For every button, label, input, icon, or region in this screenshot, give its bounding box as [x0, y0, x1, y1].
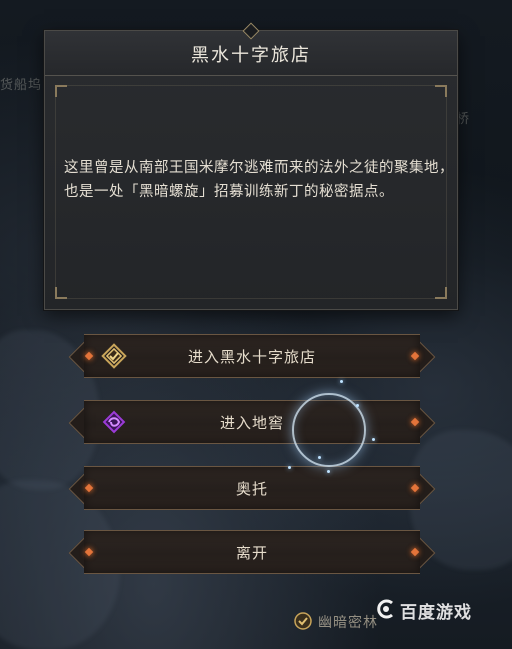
enter-cellar-label: 进入地窖	[219, 414, 284, 432]
tracked-location-label[interactable]: 幽暗密林	[318, 612, 378, 632]
game-screen: 货船坞 桥 黑水十字旅店 这里曾是从南部王国米摩尔逃难而来的法外之徒的聚集地，也…	[0, 0, 512, 649]
dialog-description: 这里曾是从南部王国米摩尔逃难而来的法外之徒的聚集地，也是一处「黑暗螺旋」招募训练…	[64, 160, 454, 200]
frame-corner	[435, 85, 447, 97]
map-label-left: 货船坞	[0, 78, 43, 93]
leave-button[interactable]: 离开	[68, 530, 436, 574]
dialog-title: 黑水十字旅店	[191, 45, 311, 66]
touch-cursor-ring	[292, 393, 366, 467]
enter-tavern-label: 进入黑水十字旅店	[187, 348, 316, 366]
sparkle	[318, 456, 321, 459]
map-label-right: 桥	[456, 112, 471, 127]
checkmark-shield-icon	[294, 612, 312, 630]
sparkle	[327, 470, 330, 473]
sparkle	[340, 380, 343, 383]
otto-button[interactable]: 奥托	[68, 466, 436, 510]
enter-cellar-button[interactable]: 进入地窖	[68, 400, 436, 444]
watermark-text: 百度游戏	[400, 603, 472, 623]
sparkle	[356, 404, 359, 407]
sparkle	[288, 466, 291, 469]
otto-label: 奥托	[235, 480, 268, 498]
frame-corner	[55, 287, 67, 299]
enter-tavern-button[interactable]: 进入黑水十字旅店	[68, 334, 436, 378]
sparkle	[372, 438, 375, 441]
frame-corner	[435, 287, 447, 299]
baidu-games-logo-icon	[374, 596, 398, 622]
frame-corner	[55, 85, 67, 97]
leave-label: 离开	[235, 544, 268, 562]
